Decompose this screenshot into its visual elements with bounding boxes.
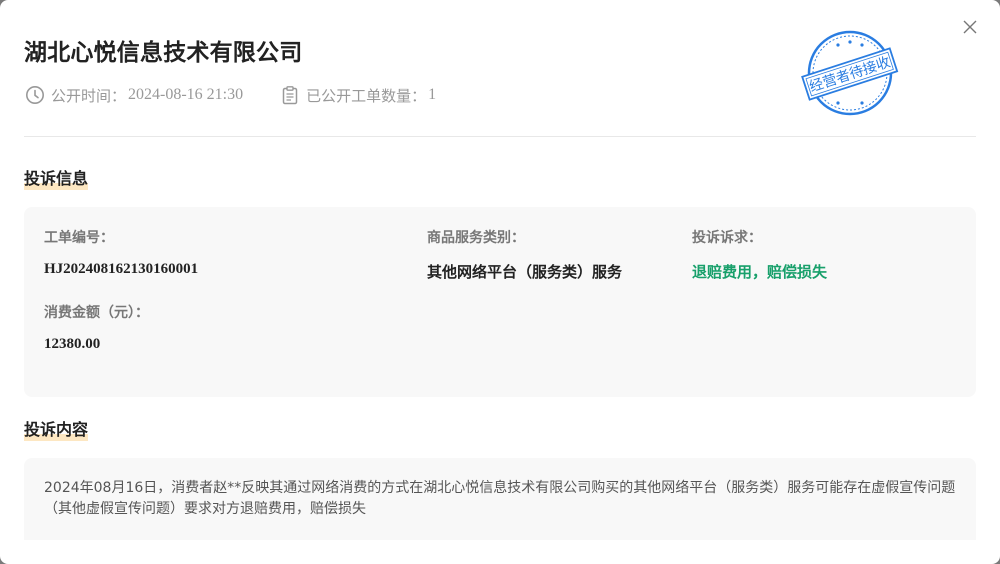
orders-count-value: 1 [428,86,437,103]
publish-time: 公开时间： 2024-08-16 21:30 [24,84,243,106]
clipboard-icon [279,84,301,106]
publish-time-label: 公开时间： [51,86,127,105]
service-category-label: 商品服务类别： [427,230,525,246]
complaint-demand-field: 投诉诉求： 退赔费用，赔偿损失 [692,227,827,282]
company-name: 湖北心悦信息技术有限公司 [24,40,303,66]
clock-icon [24,84,46,106]
complaint-info-card: 工单编号： HJ20240816213016000​1 商品服务类别： 其他网络… [24,207,976,397]
amount-field: 消费金额（元）： 12380.00 [44,302,149,353]
complaint-detail-modal: 湖北心悦信息技术有限公司 公开时间： 2024-08-16 21:30 已公开工… [0,0,1000,564]
complaint-demand-value: 退赔费用，赔偿损失 [692,263,828,281]
complaint-demand-label: 投诉诉求： [692,230,762,246]
modal-content: 湖北心悦信息技术有限公司 公开时间： 2024-08-16 21:30 已公开工… [24,0,976,540]
status-stamp: 经营者待接收 [800,25,902,123]
complaint-info-title: 投诉信息 [24,165,89,190]
orders-count: 已公开工单数量： 1 [279,84,436,106]
orders-count-label: 已公开工单数量： [306,86,427,105]
service-category-value: 其他网络平台（服务类）服务 [427,263,623,281]
complaint-content-card: 2024年08月16日，消费者赵**反映其通过网络消费的方式在湖北心悦信息技术有… [24,458,976,540]
order-number-label: 工单编号： [44,230,114,246]
service-category-field: 商品服务类别： 其他网络平台（服务类）服务 [427,227,622,282]
meta-row: 公开时间： 2024-08-16 21:30 已公开工单数量： 1 [24,84,472,106]
complaint-content-title: 投诉内容 [24,416,89,441]
complaint-content-text: 2024年08月16日，消费者赵**反映其通过网络消费的方式在湖北心悦信息技术有… [44,480,956,517]
header-divider [24,136,976,137]
amount-value: 12380.00 [44,336,101,352]
publish-time-value: 2024-08-16 21:30 [128,86,244,103]
amount-label: 消费金额（元）： [44,305,149,321]
order-number-field: 工单编号： HJ20240816213016000​1 [44,227,198,278]
order-number-value: HJ20240816213016000​1 [44,261,199,277]
